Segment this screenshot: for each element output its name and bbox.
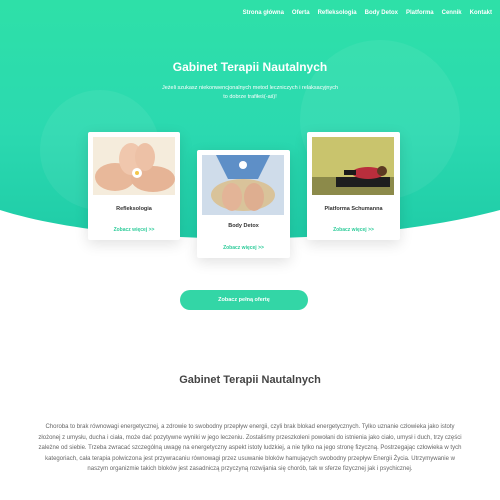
card-title: Body Detox (228, 223, 259, 229)
main-nav: Strona główna Oferta Refleksologia Body … (239, 10, 496, 16)
nav-item-pricing[interactable]: Cennik (438, 10, 466, 16)
service-card-body-detox: Body Detox Zobacz więcej >> (197, 150, 290, 258)
nav-item-home[interactable]: Strona główna (239, 10, 288, 16)
service-card-schumann-platform: Platforma Schumanna Zobacz więcej >> (307, 132, 400, 240)
nav-item-body-detox[interactable]: Body Detox (361, 10, 402, 16)
service-card-reflexology: Refleksologia Zobacz więcej >> (88, 132, 180, 240)
card-title: Platforma Schumanna (324, 206, 383, 212)
reflexology-photo (93, 137, 175, 195)
full-offer-button[interactable]: Zobacz pełną ofertę (180, 290, 308, 310)
card-more-link[interactable]: Zobacz więcej >> (307, 227, 400, 233)
about-title: Gabinet Terapii Nautalnych (179, 374, 321, 386)
card-title: Refleksologia (116, 206, 152, 212)
hero-title: Gabinet Terapii Nautalnych (172, 60, 328, 74)
card-more-link[interactable]: Zobacz więcej >> (88, 227, 180, 233)
card-more-link[interactable]: Zobacz więcej >> (197, 245, 290, 251)
schumann-platform-photo (312, 137, 394, 195)
hero-subtitle: Jeżeli szukasz niekonwencjonalnych metod… (161, 85, 339, 100)
body-detox-photo (202, 155, 284, 215)
about-text: Choroba to brak równowagi energetycznej,… (38, 424, 462, 472)
nav-item-reflexology[interactable]: Refleksologia (314, 10, 361, 16)
nav-item-offer[interactable]: Oferta (288, 10, 314, 16)
nav-item-contact[interactable]: Kontakt (466, 10, 496, 16)
nav-item-platform[interactable]: Platforma (402, 10, 438, 16)
